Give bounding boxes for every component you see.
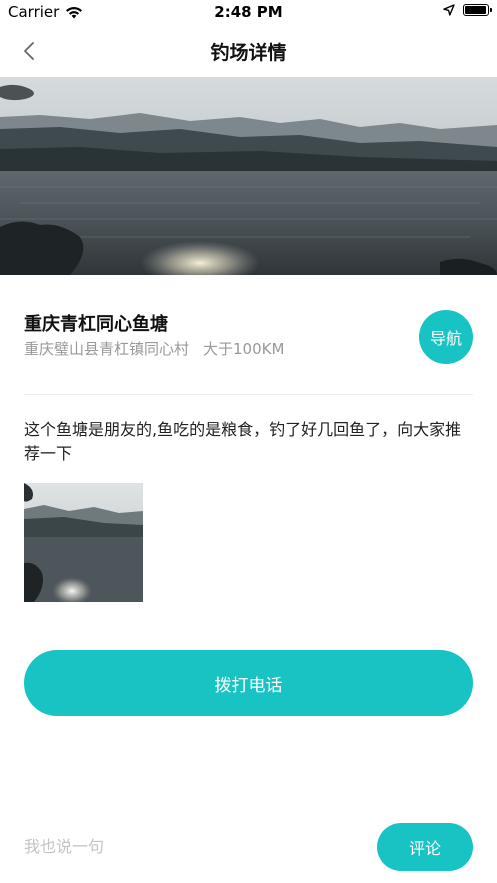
comment-submit-button[interactable]: 评论 (377, 823, 473, 871)
page-title: 钓场详情 (210, 42, 287, 64)
spot-distance: 大于100KM (203, 340, 285, 358)
spot-address: 重庆璧山县青杠镇同心村 (24, 340, 190, 358)
navigate-button[interactable]: 导航 (419, 310, 473, 364)
photo-thumbnail[interactable] (24, 483, 143, 602)
hero-photo (0, 77, 497, 275)
battery-fill (465, 6, 486, 14)
nav-bar: 钓场详情 (0, 26, 497, 76)
spot-info: 重庆青杠同心鱼塘 重庆璧山县青杠镇同心村 大于100KM (24, 310, 464, 370)
call-phone-button[interactable]: 拨打电话 (24, 650, 473, 716)
location-arrow-icon (443, 4, 455, 16)
comment-input[interactable] (24, 828, 354, 864)
status-bar: Carrier 2:48 PM (0, 0, 497, 26)
lake-thumbnail-image (24, 483, 143, 602)
spot-address-row: 重庆璧山县青杠镇同心村 大于100KM (24, 338, 298, 359)
status-right (443, 4, 492, 16)
divider (24, 394, 473, 395)
spot-name: 重庆青杠同心鱼塘 (24, 314, 168, 335)
battery-icon (463, 4, 492, 16)
lake-photo (0, 77, 497, 275)
spot-description: 这个鱼塘是朋友的,鱼吃的是粮食，钓了好几回鱼了，向大家推荐一下 (24, 420, 462, 463)
status-time: 2:48 PM (214, 3, 283, 21)
